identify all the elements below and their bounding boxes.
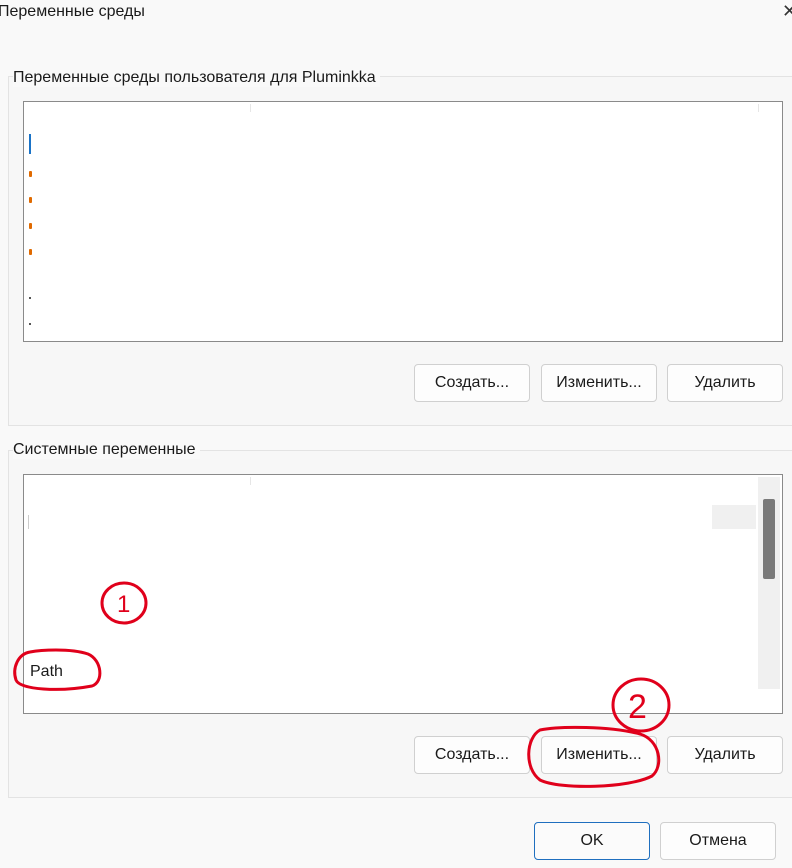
system-delete-button[interactable]: Удалить xyxy=(667,736,783,774)
column-separator xyxy=(758,104,759,112)
list-item-marker xyxy=(29,323,31,325)
scrollbar-thumb[interactable] xyxy=(763,499,775,579)
column-separator xyxy=(250,477,251,485)
system-edit-button[interactable]: Изменить... xyxy=(541,736,657,774)
vertical-scrollbar[interactable] xyxy=(758,477,780,689)
list-item-path[interactable]: Path xyxy=(30,663,63,681)
user-variables-list[interactable] xyxy=(23,101,783,342)
ok-button[interactable]: OK xyxy=(534,822,650,860)
user-delete-button[interactable]: Удалить xyxy=(667,364,783,402)
system-variables-list[interactable]: Path xyxy=(23,474,783,714)
user-new-button[interactable]: Создать... xyxy=(414,364,530,402)
system-new-button[interactable]: Создать... xyxy=(414,736,530,774)
user-variables-label: Переменные среды пользователя для Plumin… xyxy=(13,69,380,87)
list-item xyxy=(712,505,756,529)
column-separator xyxy=(250,104,251,112)
list-item-marker xyxy=(29,197,32,203)
selection-cursor xyxy=(29,134,31,154)
window-title: Переменные среды xyxy=(0,3,145,20)
close-icon[interactable]: ✕ xyxy=(782,1,792,22)
system-variables-label: Системные переменные xyxy=(13,441,200,459)
title-bar: Переменные среды ✕ xyxy=(0,0,792,34)
list-item-marker xyxy=(29,249,32,255)
list-item-marker xyxy=(28,515,29,529)
cancel-button[interactable]: Отмена xyxy=(660,822,776,860)
list-item-marker xyxy=(29,171,32,177)
user-edit-button[interactable]: Изменить... xyxy=(541,364,657,402)
list-item-marker xyxy=(29,297,31,299)
list-item-marker xyxy=(29,223,32,229)
